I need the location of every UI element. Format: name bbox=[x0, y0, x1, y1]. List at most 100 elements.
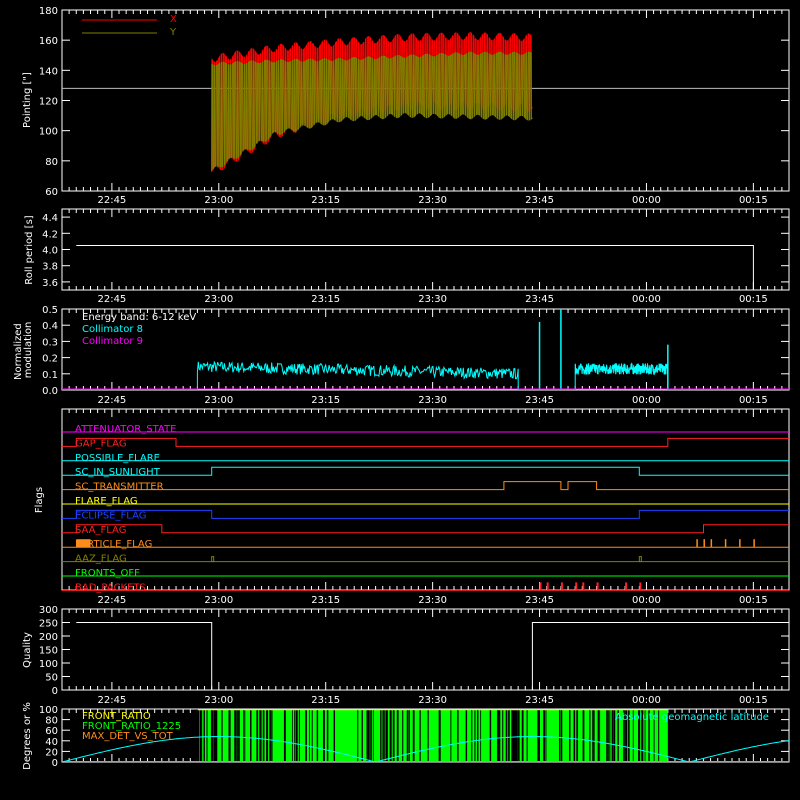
particle-flag-spike bbox=[724, 539, 727, 548]
x-tick-label: 23:45 bbox=[525, 195, 554, 206]
x-tick-label: 00:00 bbox=[632, 195, 661, 206]
x-tick-label: 23:15 bbox=[311, 595, 340, 606]
roll-frame bbox=[61, 208, 790, 291]
legend-energy-band: Energy band: 6-12 keV bbox=[82, 312, 196, 323]
particle-flag-spike bbox=[76, 539, 91, 548]
attitude-panel: 020406080100 Degrees or % FRONT_RATIO FR… bbox=[22, 702, 790, 770]
y-tick-label: 0 bbox=[52, 758, 58, 769]
modulation-ylabel: Normalized modulation bbox=[13, 320, 34, 380]
x-tick-label: 23:15 bbox=[311, 195, 340, 206]
x-tick-label: 00:00 bbox=[632, 294, 661, 305]
flag-label: AAZ_FLAG bbox=[75, 554, 127, 565]
flag-label: SC_TRANSMITTER bbox=[75, 482, 164, 493]
particle-flag-spike bbox=[710, 539, 713, 548]
y-tick-label: 0.3 bbox=[42, 337, 58, 348]
y-tick-label: 0.1 bbox=[42, 370, 58, 381]
y-tick-label: 300 bbox=[39, 605, 58, 616]
flag-line bbox=[62, 437, 789, 447]
y-tick-label: 20 bbox=[45, 747, 58, 758]
x-tick-label: 23:00 bbox=[204, 395, 233, 406]
bad-packets-spike bbox=[625, 582, 628, 591]
x-tick-label: 00:00 bbox=[632, 695, 661, 706]
legend-collimator-8: Collimator 8 bbox=[82, 324, 143, 335]
y-tick-label: 0.2 bbox=[42, 354, 58, 365]
flag-label: FLARE_FLAG bbox=[75, 496, 138, 507]
x-tick-label: 22:45 bbox=[97, 595, 126, 606]
y-tick-label: 100 bbox=[39, 659, 58, 670]
x-tick-label: 23:15 bbox=[311, 294, 340, 305]
flag-label: SC_IN_SUNLIGHT bbox=[75, 467, 161, 478]
y-tick-label: 60 bbox=[45, 726, 58, 737]
flag-line bbox=[62, 524, 789, 534]
bad-packets-spike bbox=[575, 582, 578, 591]
x-tick-label: 23:30 bbox=[418, 294, 447, 305]
x-tick-label: 22:45 bbox=[97, 294, 126, 305]
x-tick-label: 23:30 bbox=[418, 695, 447, 706]
bad-packets-spike bbox=[546, 582, 549, 591]
attitude-ylabel: Degrees or % bbox=[22, 702, 33, 770]
latitude-label: Absolute geomagnetic latitude bbox=[615, 712, 769, 723]
legend-y-label: Y bbox=[169, 27, 177, 38]
x-tick-label: 00:15 bbox=[739, 595, 768, 606]
aaz-flag-spike bbox=[638, 556, 642, 563]
pointing-panel: 22:45 23:00 23:15 23:30 23:45 00:00 00:15 60 80 1… bbox=[22, 6, 790, 206]
x-tick-label: 23:00 bbox=[204, 294, 233, 305]
roll-ylabel: Roll period [s] bbox=[24, 215, 35, 284]
x-tick-label: 22:45 bbox=[97, 395, 126, 406]
bad-packets-spike bbox=[639, 582, 642, 591]
x-tick-label: 00:15 bbox=[739, 395, 768, 406]
y-tick-label: 0 bbox=[52, 686, 58, 697]
flag-label: POSSIBLE_FLARE bbox=[75, 453, 160, 464]
x-tick-label: 00:00 bbox=[632, 595, 661, 606]
y-tick-label: 3.6 bbox=[42, 278, 58, 289]
flags-frame bbox=[61, 408, 790, 591]
y-tick-label: 50 bbox=[45, 673, 58, 684]
series-y-line bbox=[211, 51, 533, 171]
x-tick-label: 22:45 bbox=[97, 695, 126, 706]
quality-frame bbox=[61, 608, 790, 691]
y-tick-label: 200 bbox=[39, 632, 58, 643]
x-tick-label: 00:00 bbox=[632, 395, 661, 406]
y-tick-label: 4.0 bbox=[42, 246, 58, 257]
y-tick-label: 4.2 bbox=[42, 229, 58, 240]
y-tick-label: 120 bbox=[39, 97, 58, 108]
bad-packets-spike bbox=[582, 582, 585, 591]
modulation-panel: 22:45 23:00 23:15 23:30 23:45 00:00 00:15 0.0 0.… bbox=[13, 305, 790, 406]
legend-max-det: MAX_DET_VS_TOT bbox=[82, 731, 174, 742]
flag-label: SAA_FLAG bbox=[75, 525, 126, 536]
x-tick-label: 00:15 bbox=[739, 695, 768, 706]
y-tick-label: 0.0 bbox=[42, 386, 58, 397]
x-tick-label: 23:15 bbox=[311, 395, 340, 406]
y-tick-label: 0.5 bbox=[42, 305, 58, 316]
y-tick-label: 100 bbox=[39, 127, 58, 138]
x-tick-label: 23:30 bbox=[418, 195, 447, 206]
x-tick-label: 23:15 bbox=[311, 695, 340, 706]
particle-flag-spike bbox=[739, 539, 741, 548]
pointing-ylabel: Pointing ["] bbox=[22, 72, 33, 128]
bad-packets-spike bbox=[539, 582, 542, 591]
y-tick-label: 180 bbox=[39, 6, 58, 17]
x-tick-label: 23:45 bbox=[525, 294, 554, 305]
aaz-flag-spike bbox=[211, 556, 215, 563]
roll-period-line bbox=[76, 245, 754, 290]
y-tick-label: 140 bbox=[39, 66, 58, 77]
quality-line bbox=[76, 622, 789, 691]
flag-label: BAD_PACKETS bbox=[75, 582, 146, 593]
collimator-8-line bbox=[62, 360, 789, 390]
x-tick-label: 22:45 bbox=[97, 195, 126, 206]
flag-label: ECLIPSE_FLAG bbox=[75, 510, 146, 521]
y-tick-label: 3.8 bbox=[42, 262, 58, 273]
flag-label: GAP_FLAG bbox=[75, 438, 127, 449]
flags-panel: 22:45 23:00 23:15 23:30 23:45 00:00 00:15 ATTE… bbox=[34, 408, 790, 606]
y-tick-label: 80 bbox=[45, 716, 58, 727]
y-tick-label: 40 bbox=[45, 737, 58, 748]
x-tick-label: 23:00 bbox=[204, 595, 233, 606]
x-tick-label: 23:30 bbox=[418, 395, 447, 406]
y-tick-label: 150 bbox=[39, 646, 58, 657]
x-tick-label: 00:15 bbox=[739, 294, 768, 305]
y-tick-label: 250 bbox=[39, 619, 58, 630]
roll-panel: 22:45 23:00 23:15 23:30 23:45 00:00 00:15 3.6 3.… bbox=[24, 208, 790, 305]
x-tick-label: 23:30 bbox=[418, 595, 447, 606]
y-tick-label: 4.4 bbox=[42, 213, 58, 224]
x-tick-label: 23:00 bbox=[204, 195, 233, 206]
